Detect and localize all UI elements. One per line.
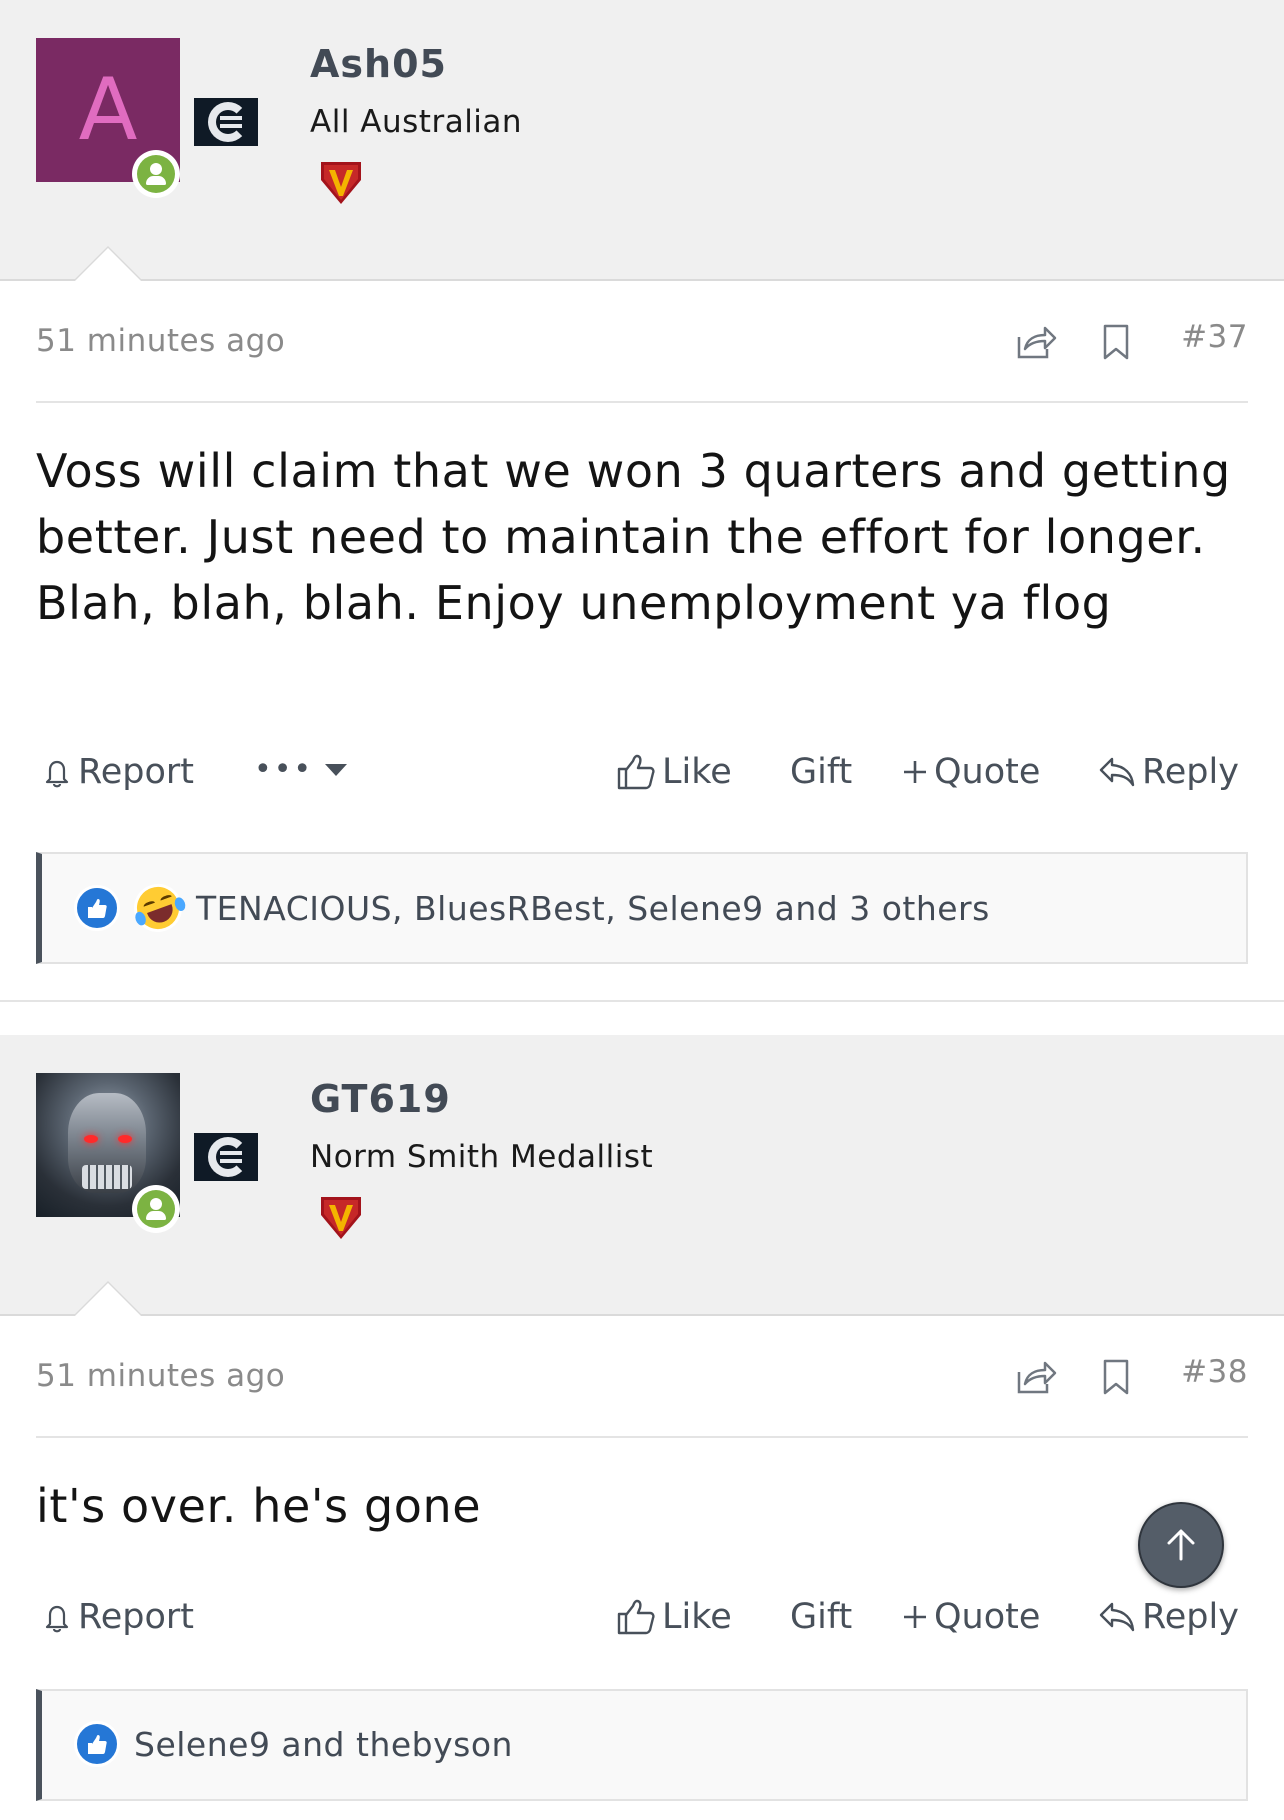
gift-button[interactable]: Gift [790, 1597, 852, 1637]
bookmark-icon[interactable] [1100, 1358, 1132, 1396]
like-reaction-icon [74, 885, 120, 931]
plus-icon [904, 1606, 926, 1628]
post-meta: 51 minutes ago #37 [36, 319, 1248, 403]
quote-label: Quote [934, 752, 1041, 792]
post-37: A Ash05 All Australian 51 minutes ago #3… [0, 0, 1284, 1002]
report-button[interactable]: Report [42, 752, 194, 792]
share-icon[interactable] [1015, 1358, 1057, 1396]
gift-button[interactable]: Gift [790, 752, 852, 792]
post-body: Voss will claim that we won 3 quarters a… [36, 444, 1231, 630]
post-meta: 51 minutes ago #38 [36, 1354, 1248, 1438]
team-logo-icon [194, 98, 258, 146]
share-icon[interactable] [1015, 323, 1057, 361]
user-title: Norm Smith Medallist [310, 1139, 654, 1175]
like-reaction-icon [74, 1721, 120, 1767]
user-header: GT619 Norm Smith Medallist [0, 1035, 1284, 1316]
post-number[interactable]: #37 [1181, 319, 1248, 355]
scroll-to-top-button[interactable] [1138, 1502, 1224, 1588]
username[interactable]: GT619 [310, 1077, 451, 1121]
post-actions: Report ••• Like Gift Quote Reply [36, 752, 1248, 802]
online-status-icon [132, 150, 180, 198]
like-label: Like [662, 752, 732, 792]
bell-icon [45, 760, 69, 788]
report-label: Report [78, 1597, 195, 1637]
like-label: Like [662, 1597, 732, 1637]
gift-label: Gift [790, 1597, 853, 1637]
report-button[interactable]: Report [42, 1597, 194, 1637]
reply-label: Reply [1142, 1597, 1239, 1637]
user-header: A Ash05 All Australian [0, 0, 1284, 281]
like-button[interactable]: Like [616, 1597, 732, 1637]
post-time[interactable]: 51 minutes ago [36, 323, 285, 359]
team-logo-icon [194, 1133, 258, 1181]
post-time[interactable]: 51 minutes ago [36, 1358, 285, 1394]
thumbs-up-icon [617, 754, 655, 790]
reactions-bar[interactable]: Selene9 and thebyson [36, 1689, 1248, 1801]
post-divider [0, 1000, 1284, 1002]
quote-label: Quote [934, 1597, 1041, 1637]
v-badge-icon [321, 1197, 361, 1239]
report-label: Report [78, 752, 195, 792]
avatar[interactable]: A [36, 38, 180, 198]
avatar[interactable] [36, 1073, 180, 1233]
reactions-text[interactable]: Selene9 and thebyson [134, 1725, 513, 1764]
gift-label: Gift [790, 752, 853, 792]
online-status-icon [132, 1185, 180, 1233]
chevron-down-icon [325, 763, 348, 776]
reactions-bar[interactable]: TENACIOUS, BluesRBest, Selene9 and 3 oth… [36, 852, 1248, 964]
bookmark-icon[interactable] [1100, 323, 1132, 361]
laugh-reaction-icon [127, 877, 189, 939]
plus-icon [904, 761, 926, 783]
reply-label: Reply [1142, 752, 1239, 792]
reactions-text[interactable]: TENACIOUS, BluesRBest, Selene9 and 3 oth… [196, 889, 990, 928]
v-badge-icon [321, 162, 361, 204]
arrow-up-icon [1167, 1529, 1195, 1561]
post-38: GT619 Norm Smith Medallist 51 minutes ag… [0, 1035, 1284, 1801]
thumbs-up-icon [617, 1599, 655, 1635]
username[interactable]: Ash05 [310, 42, 447, 86]
reply-icon [1099, 757, 1135, 787]
post-body: it's over. he's gone [36, 1479, 482, 1533]
post-number[interactable]: #38 [1181, 1354, 1248, 1390]
quote-button[interactable]: Quote [902, 752, 1040, 792]
quote-button[interactable]: Quote [902, 1597, 1040, 1637]
reply-icon [1099, 1602, 1135, 1632]
reply-button[interactable]: Reply [1098, 752, 1239, 792]
bell-icon [45, 1605, 69, 1633]
reply-button[interactable]: Reply [1098, 1597, 1239, 1637]
user-title: All Australian [310, 104, 523, 140]
like-button[interactable]: Like [616, 752, 732, 792]
more-menu-button[interactable]: ••• [254, 752, 348, 787]
post-actions: Report Like Gift Quote Reply [36, 1597, 1248, 1647]
more-dots: ••• [254, 752, 314, 787]
